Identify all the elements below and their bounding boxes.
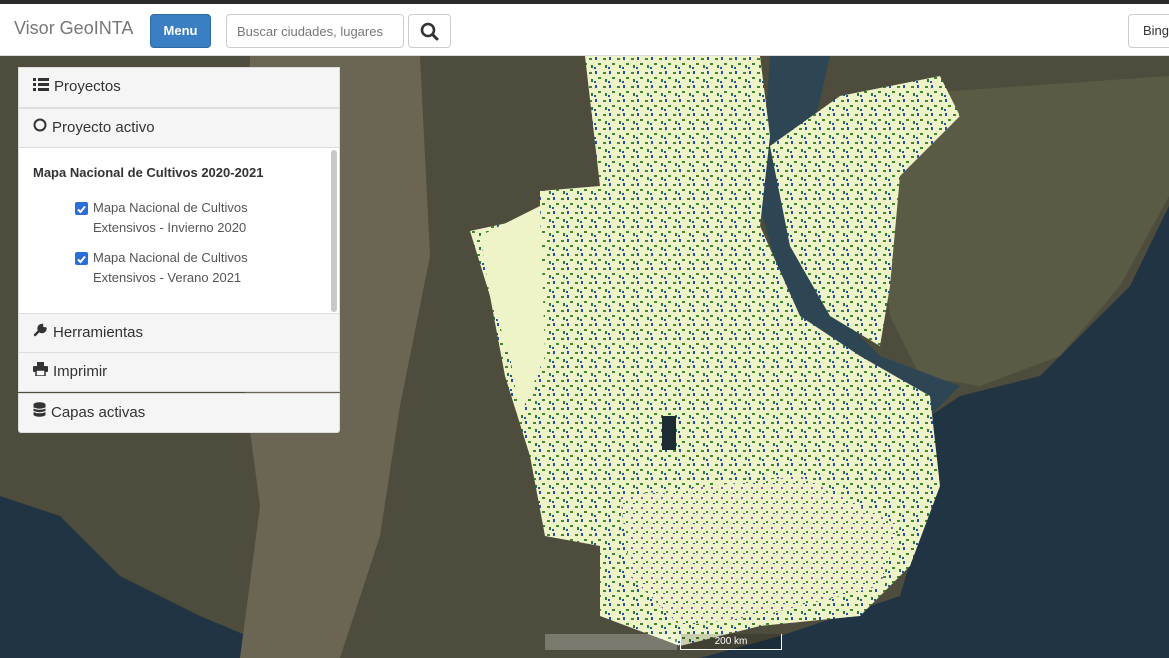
scrollbar[interactable]	[331, 150, 337, 312]
proyectos-label: Proyectos	[54, 78, 121, 95]
scale-bar-bg	[545, 634, 677, 650]
imprimir-panel[interactable]: Imprimir	[18, 352, 340, 392]
lake	[662, 416, 676, 450]
search-button[interactable]	[408, 14, 451, 48]
basemap-select[interactable]: Bing	[1128, 14, 1169, 48]
search-input[interactable]	[226, 14, 404, 48]
capas-activas-panel[interactable]: Capas activas	[18, 393, 340, 433]
layer-checkbox[interactable]	[75, 202, 88, 215]
herramientas-panel[interactable]: Herramientas	[18, 313, 340, 353]
search-icon	[420, 22, 439, 41]
herramientas-label: Herramientas	[53, 324, 144, 341]
check-icon	[77, 205, 86, 214]
check-icon	[77, 255, 86, 264]
print-icon	[33, 353, 48, 391]
capas-activas-label: Capas activas	[51, 404, 146, 421]
proyectos-panel[interactable]: Proyectos	[18, 67, 340, 108]
layer-checkbox[interactable]	[75, 252, 88, 265]
proyecto-activo-header[interactable]: Proyecto activo	[19, 109, 339, 147]
project-title: Mapa Nacional de Cultivos 2020-2021	[33, 165, 264, 180]
proyecto-activo-label: Proyecto activo	[52, 119, 155, 136]
layer-label: Mapa Nacional de Cultivos Extensivos - Ve…	[93, 250, 248, 285]
circle-icon	[33, 109, 47, 147]
scale-bar: 200 km	[680, 634, 782, 650]
database-icon	[33, 394, 46, 432]
proyecto-activo-panel: Proyecto activo Mapa Nacional de Cultivo…	[18, 108, 340, 314]
app-brand[interactable]: Visor GeoINTA	[14, 18, 133, 39]
menu-button[interactable]: Menu	[150, 14, 211, 48]
project-body: Mapa Nacional de Cultivos 2020-2021 Mapa…	[19, 147, 339, 314]
list-icon	[33, 68, 49, 106]
top-navbar: Visor GeoINTA Menu Bing	[0, 0, 1169, 56]
layer-label: Mapa Nacional de Cultivos Extensivos - In…	[93, 200, 248, 235]
imprimir-label: Imprimir	[53, 363, 108, 380]
wrench-icon	[33, 314, 48, 352]
